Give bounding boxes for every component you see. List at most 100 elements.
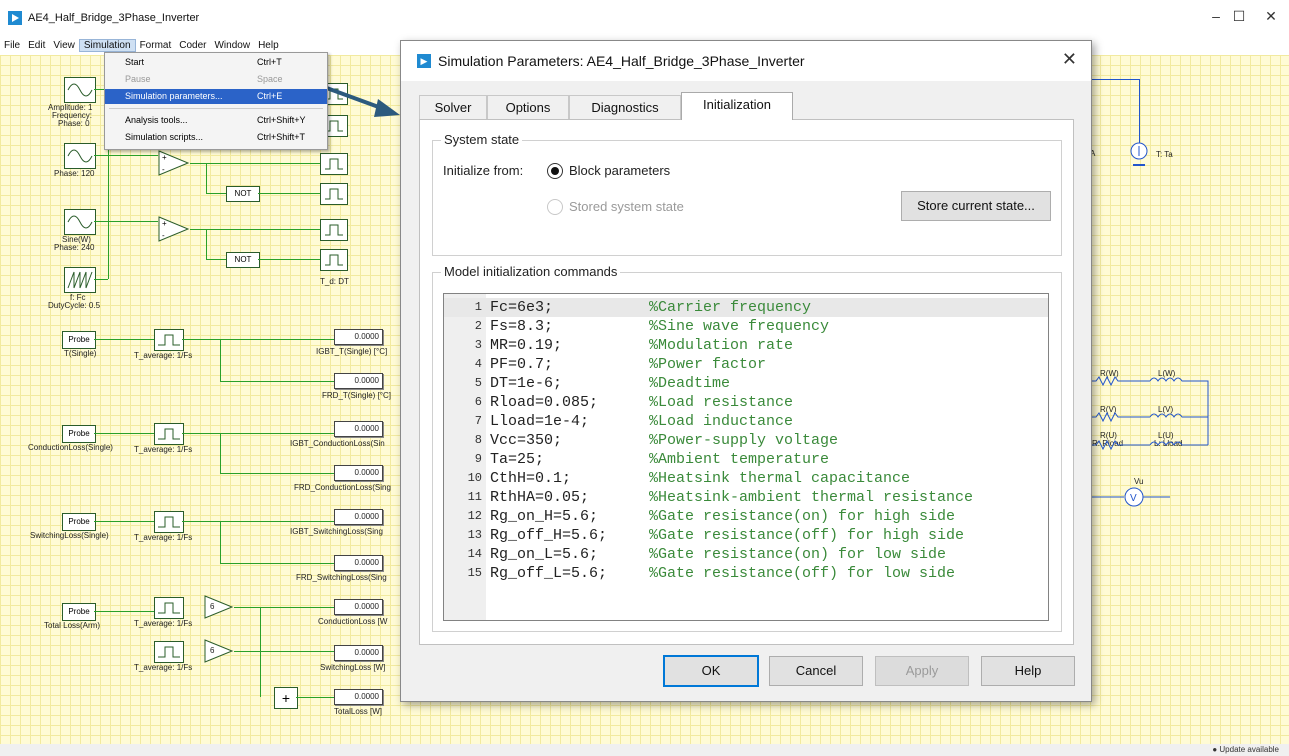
comparator-block[interactable]: + - bbox=[158, 150, 190, 181]
probe-block[interactable]: Probe bbox=[62, 603, 96, 621]
display-block[interactable]: 0.0000 bbox=[334, 329, 383, 345]
menu-file[interactable]: File bbox=[0, 40, 24, 51]
menu-help[interactable]: Help bbox=[254, 40, 283, 51]
average-block[interactable] bbox=[154, 641, 184, 663]
menu-item-simulation-parameters[interactable]: Simulation parameters... Ctrl+E bbox=[105, 89, 327, 104]
display-block[interactable]: 0.0000 bbox=[334, 689, 383, 705]
code-statement: MR=0.19; bbox=[490, 337, 563, 354]
not-gate-block[interactable]: NOT bbox=[226, 186, 260, 202]
update-available-link[interactable]: ● Update available bbox=[1212, 745, 1279, 754]
line-number: 6 bbox=[474, 395, 482, 409]
code-line[interactable]: 11 RthHA=0.05; %Heatsink-ambient thermal r… bbox=[444, 488, 1048, 507]
tab-options[interactable]: Options bbox=[487, 95, 569, 120]
comparator-block[interactable]: + - bbox=[158, 216, 190, 247]
sum-block[interactable]: + bbox=[274, 687, 298, 709]
help-button[interactable]: Help bbox=[981, 656, 1075, 686]
line-number: 7 bbox=[474, 414, 482, 428]
menu-view[interactable]: View bbox=[49, 40, 79, 51]
menu-item-analysis-tools[interactable]: Analysis tools... Ctrl+Shift+Y bbox=[105, 113, 327, 128]
wire bbox=[220, 521, 221, 563]
sine-source-block[interactable] bbox=[64, 77, 96, 103]
not-gate-block[interactable]: NOT bbox=[226, 252, 260, 268]
store-current-state-button[interactable]: Store current state... bbox=[901, 191, 1051, 221]
tab-initialization[interactable]: Initialization bbox=[681, 92, 793, 120]
probe-block[interactable]: Probe bbox=[62, 425, 96, 443]
ok-button[interactable]: OK bbox=[663, 655, 759, 687]
wire bbox=[94, 521, 154, 522]
deadtime-block[interactable] bbox=[320, 219, 348, 241]
radio-block-parameters[interactable] bbox=[547, 163, 563, 179]
code-comment: %Modulation rate bbox=[649, 337, 794, 354]
gain-block[interactable]: 6 bbox=[204, 595, 234, 624]
tab-diagnostics[interactable]: Diagnostics bbox=[569, 95, 681, 120]
display-label: ConductionLoss [W bbox=[318, 617, 388, 626]
menu-item-start[interactable]: Start Ctrl+T bbox=[105, 55, 327, 70]
menu-coder[interactable]: Coder bbox=[175, 40, 210, 51]
deadtime-block[interactable] bbox=[320, 183, 348, 205]
menu-window[interactable]: Window bbox=[210, 40, 254, 51]
code-line[interactable]: 6 Rload=0.085; %Load resistance bbox=[444, 393, 1048, 412]
code-statement: Fs=8.3; bbox=[490, 318, 554, 335]
deadtime-block[interactable] bbox=[320, 249, 348, 271]
code-line[interactable]: 5 DT=1e-6; %Deadtime bbox=[444, 374, 1048, 393]
code-line[interactable]: 13 Rg_off_H=5.6; %Gate resistance(off) for… bbox=[444, 526, 1048, 545]
maximize-button[interactable]: ☐ bbox=[1224, 8, 1254, 25]
display-block[interactable]: 0.0000 bbox=[334, 465, 383, 481]
dialog-close-button[interactable]: ✕ bbox=[1062, 49, 1077, 70]
wire bbox=[182, 433, 334, 434]
code-line[interactable]: 3 MR=0.19; %Modulation rate bbox=[444, 336, 1048, 355]
tavg-label: T_average: 1/Fs bbox=[134, 619, 193, 628]
svg-text:-: - bbox=[162, 231, 165, 240]
menu-format[interactable]: Format bbox=[136, 40, 176, 51]
code-line[interactable]: 10 CthH=0.1; %Heatsink thermal capacitance bbox=[444, 469, 1048, 488]
temperature-source-icon[interactable] bbox=[1128, 141, 1152, 174]
voltmeter-icon[interactable]: V bbox=[1090, 485, 1170, 509]
average-block[interactable] bbox=[154, 329, 184, 351]
status-bar: ● Update available bbox=[0, 744, 1289, 756]
code-line[interactable]: 8 Vcc=350; %Power-supply voltage bbox=[444, 431, 1048, 450]
code-comment: %Load inductance bbox=[649, 413, 794, 430]
menu-simulation[interactable]: Simulation bbox=[78, 38, 136, 52]
menu-edit[interactable]: Edit bbox=[24, 40, 49, 51]
system-state-title: System state bbox=[441, 132, 523, 147]
code-line[interactable]: 2 Fs=8.3; %Sine wave frequency bbox=[444, 317, 1048, 336]
display-block[interactable]: 0.0000 bbox=[334, 373, 383, 389]
sine-source-block[interactable] bbox=[64, 209, 96, 235]
sine-source-block[interactable] bbox=[64, 143, 96, 169]
code-line[interactable]: 15 Rg_off_L=5.6; %Gate resistance(off) for… bbox=[444, 564, 1048, 583]
wire bbox=[220, 563, 334, 564]
display-block[interactable]: 0.0000 bbox=[334, 421, 383, 437]
display-block[interactable]: 0.0000 bbox=[334, 555, 383, 571]
display-block[interactable]: 0.0000 bbox=[334, 509, 383, 525]
display-block[interactable]: 0.0000 bbox=[334, 599, 383, 615]
probe-block[interactable]: Probe bbox=[62, 331, 96, 349]
carrier-source-block[interactable] bbox=[64, 267, 96, 293]
probe-block[interactable]: Probe bbox=[62, 513, 96, 531]
gain-block[interactable]: 6 bbox=[204, 639, 234, 668]
tab-solver[interactable]: Solver bbox=[419, 95, 487, 120]
cancel-button[interactable]: Cancel bbox=[769, 656, 863, 686]
code-line[interactable]: 9 Ta=25; %Ambient temperature bbox=[444, 450, 1048, 469]
wire bbox=[190, 229, 320, 230]
wire bbox=[94, 279, 108, 280]
display-label: IGBT_T(Single) [°C] bbox=[316, 347, 388, 356]
deadtime-block[interactable] bbox=[320, 153, 348, 175]
line-number: 9 bbox=[474, 452, 482, 466]
display-block[interactable]: 0.0000 bbox=[334, 645, 383, 661]
phase240-label: Phase: 240 bbox=[54, 243, 95, 252]
code-line[interactable]: 4 PF=0.7; %Power factor bbox=[444, 355, 1048, 374]
code-line[interactable]: 14 Rg_on_L=5.6; %Gate resistance(on) for l… bbox=[444, 545, 1048, 564]
ta-label: T: Ta bbox=[1156, 150, 1173, 159]
code-line[interactable]: 12 Rg_on_H=5.6; %Gate resistance(on) for h… bbox=[444, 507, 1048, 526]
menu-item-simulation-scripts[interactable]: Simulation scripts... Ctrl+Shift+T bbox=[105, 130, 327, 145]
menu-item-pause: Pause Space bbox=[125, 74, 283, 84]
code-line[interactable]: 1 Fc=6e3; %Carrier frequency bbox=[444, 298, 1048, 317]
init-commands-editor[interactable]: 1 Fc=6e3; %Carrier frequency 2 Fs=8.3; %Sine … bbox=[443, 293, 1049, 621]
tavg-label: T_average: 1/Fs bbox=[134, 533, 193, 542]
window-close-button[interactable]: ✕ bbox=[1256, 8, 1286, 25]
code-line[interactable]: 7 Lload=1e-4; %Load inductance bbox=[444, 412, 1048, 431]
wire bbox=[182, 339, 334, 340]
average-block[interactable] bbox=[154, 423, 184, 445]
average-block[interactable] bbox=[154, 511, 184, 533]
average-block[interactable] bbox=[154, 597, 184, 619]
